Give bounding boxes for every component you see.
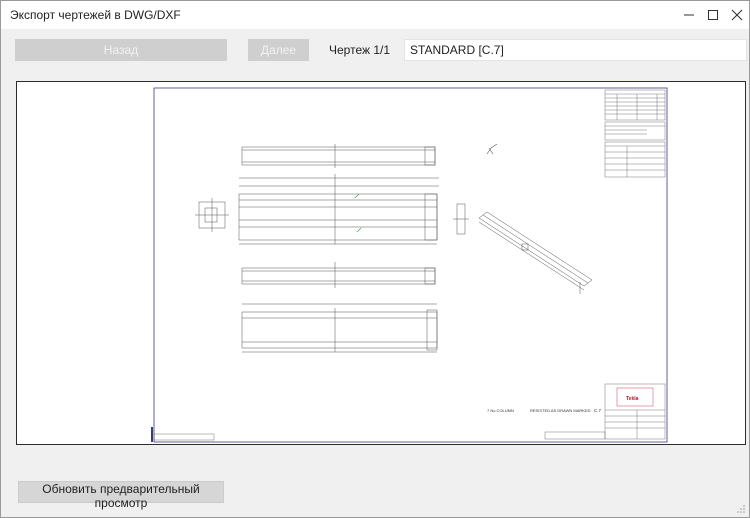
drawing-counter-label: Чертеж 1/1 bbox=[329, 43, 391, 57]
close-button[interactable] bbox=[723, 1, 750, 29]
next-button[interactable]: Далее bbox=[248, 39, 309, 61]
revision-label: C.7 bbox=[594, 408, 602, 413]
sheet-notes: 7 No COLUMN RESISTED AS DRAWN MARKED C.7 bbox=[487, 408, 602, 413]
mark-label: 7 No COLUMN bbox=[487, 408, 514, 413]
window-title: Экспорт чертежей в DWG/DXF bbox=[10, 8, 181, 22]
export-dialog: Экспорт чертежей в DWG/DXF Назад Далее Ч… bbox=[0, 0, 750, 518]
refresh-preview-button[interactable]: Обновить предварительный просмотр bbox=[18, 481, 224, 510]
maximize-icon bbox=[708, 10, 718, 20]
resize-grip-icon[interactable] bbox=[736, 504, 746, 514]
tekla-logo: Tekla bbox=[626, 396, 639, 402]
drawing-name-field[interactable]: STANDARD [C.7] bbox=[404, 39, 747, 61]
drawing-sheet: 7 No COLUMN RESISTED AS DRAWN MARKED C.7… bbox=[151, 87, 668, 443]
status-label: RESISTED AS DRAWN MARKED bbox=[530, 408, 591, 413]
drawing-preview: 7 No COLUMN RESISTED AS DRAWN MARKED C.7… bbox=[16, 81, 746, 445]
sheet-border bbox=[153, 87, 668, 443]
minimize-icon bbox=[684, 14, 694, 16]
title-bar: Экспорт чертежей в DWG/DXF bbox=[1, 1, 749, 29]
close-icon bbox=[731, 9, 743, 21]
back-button[interactable]: Назад bbox=[15, 39, 227, 61]
